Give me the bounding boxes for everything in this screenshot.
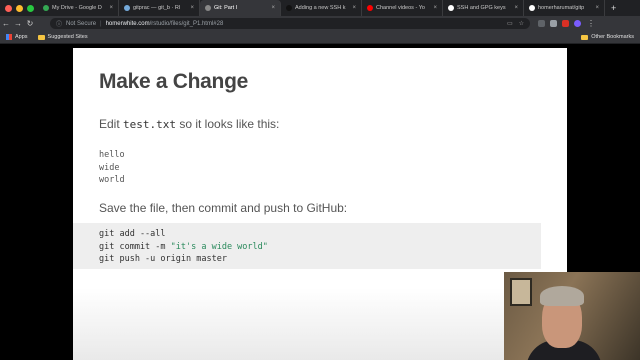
star-icon[interactable]: ☆ xyxy=(519,20,524,27)
close-window-button[interactable] xyxy=(5,4,12,12)
file-line: hello xyxy=(99,150,125,160)
tab-close-icon[interactable]: × xyxy=(433,5,437,11)
window-controls xyxy=(0,4,38,12)
maximize-window-button[interactable] xyxy=(27,4,34,12)
file-line: wide xyxy=(99,162,120,173)
tab-label: Adding a new SSH k xyxy=(295,5,346,11)
edit-file-name: test.txt xyxy=(123,118,176,131)
tab-close-icon[interactable]: × xyxy=(109,5,113,11)
url-path: /rstudio/files/git_P1.html#28 xyxy=(149,20,224,27)
webcam-overlay xyxy=(504,272,640,360)
profile-avatar[interactable] xyxy=(574,20,581,27)
tab-favicon-icon xyxy=(286,5,292,11)
browser-tab[interactable]: SSH and GPG keys × xyxy=(443,0,524,16)
new-tab-button[interactable]: + xyxy=(605,3,616,13)
security-label: Not Secure xyxy=(66,20,97,27)
tab-favicon-icon xyxy=(205,5,211,11)
tab-favicon-icon xyxy=(43,5,49,11)
edit-instruction: Edit test.txt so it looks like this: xyxy=(99,117,279,131)
url-host: homerwhite.com xyxy=(105,20,150,27)
code-block: git add --all git commit -m "it's a wide… xyxy=(73,223,541,269)
browser-tab[interactable]: My Drive - Google D × xyxy=(38,0,119,16)
info-icon[interactable]: ⓘ xyxy=(56,19,62,28)
tab-close-icon[interactable]: × xyxy=(352,5,356,11)
extension-icon[interactable] xyxy=(538,20,545,27)
browser-tab-strip: My Drive - Google D × gitprac — git_b · Rl… xyxy=(0,0,640,16)
tab-label: homerharumat/gitp xyxy=(538,5,585,11)
tab-favicon-icon xyxy=(124,5,130,11)
code-command: git commit -m xyxy=(99,241,171,252)
file-line: world xyxy=(99,175,125,185)
browser-toolbar: ← → ↻ ⓘ Not Secure | homerwhite.com/rstu… xyxy=(0,16,640,31)
separator: | xyxy=(100,20,102,27)
slide: Make a Change Edit test.txt so it looks … xyxy=(73,48,567,360)
browser-tab[interactable]: homerharumat/gitp × xyxy=(524,0,605,16)
minimize-window-button[interactable] xyxy=(16,4,23,12)
bookmarks-bar: Apps Suggested Sites Other Bookmarks xyxy=(0,31,640,44)
tab-close-icon[interactable]: × xyxy=(190,5,194,11)
tab-label: SSH and GPG keys xyxy=(457,5,506,11)
edit-post: so it looks like this: xyxy=(176,117,280,131)
extension-icon[interactable] xyxy=(550,20,557,27)
tab-close-icon[interactable]: × xyxy=(595,5,599,11)
tab-label: Git: Part I xyxy=(214,5,238,11)
reload-button[interactable]: ↻ xyxy=(24,19,36,28)
address-bar[interactable]: ⓘ Not Secure | homerwhite.com/rstudio/fi… xyxy=(50,18,530,29)
code-line: git commit -m "it's a wide world" xyxy=(99,241,541,254)
browser-tab[interactable]: Git: Part I × xyxy=(200,0,281,16)
presenter-hair xyxy=(540,286,584,306)
edit-pre: Edit xyxy=(99,117,124,131)
tab-favicon-icon xyxy=(367,5,373,11)
tab-favicon-icon xyxy=(529,5,535,11)
bookmark-other[interactable]: Other Bookmarks xyxy=(581,34,634,40)
bookmark-apps[interactable]: Apps xyxy=(6,34,28,40)
file-contents: hello wide world xyxy=(99,149,125,187)
cast-icon[interactable]: ▭ xyxy=(507,20,513,27)
picture-frame xyxy=(510,278,532,306)
browser-tab[interactable]: gitprac — git_b · Rl × xyxy=(119,0,200,16)
folder-icon xyxy=(581,34,589,40)
bookmark-suggested-sites[interactable]: Suggested Sites xyxy=(37,34,88,40)
forward-button[interactable]: → xyxy=(12,19,24,28)
browser-tab[interactable]: Channel videos - Yo × xyxy=(362,0,443,16)
tabs: My Drive - Google D × gitprac — git_b · Rl… xyxy=(38,0,605,16)
browser-tab[interactable]: Adding a new SSH k × xyxy=(281,0,362,16)
tab-label: Channel videos - Yo xyxy=(376,5,425,11)
bookmark-suggested-label: Suggested Sites xyxy=(47,34,88,40)
code-line: git push -u origin master xyxy=(99,254,227,264)
tab-close-icon[interactable]: × xyxy=(271,5,275,11)
slide-title: Make a Change xyxy=(99,70,248,93)
tab-favicon-icon xyxy=(448,5,454,11)
bookmark-other-label: Other Bookmarks xyxy=(591,34,634,40)
tab-close-icon[interactable]: × xyxy=(514,5,518,11)
tab-label: gitprac — git_b · Rl xyxy=(133,5,181,11)
commit-instruction: Save the file, then commit and push to G… xyxy=(99,201,348,215)
code-line: git add --all xyxy=(99,229,166,239)
tab-label: My Drive - Google D xyxy=(52,5,102,11)
folder-icon xyxy=(37,34,45,40)
apps-grid-icon xyxy=(6,34,12,40)
browser-menu-icon[interactable]: ⋮ xyxy=(587,19,595,28)
code-string: "it's a wide world" xyxy=(170,241,268,252)
bookmark-apps-label: Apps xyxy=(15,34,28,40)
extension-icon[interactable] xyxy=(562,20,569,27)
back-button[interactable]: ← xyxy=(0,19,12,28)
